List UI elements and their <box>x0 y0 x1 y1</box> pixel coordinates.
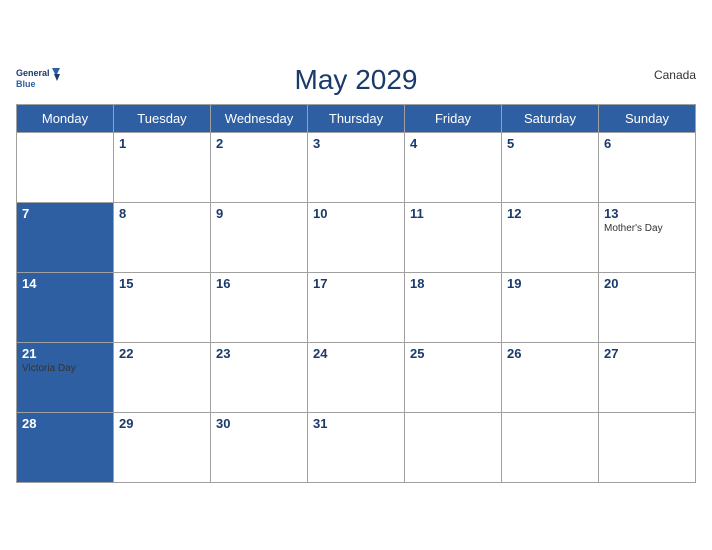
header-sunday: Sunday <box>599 104 696 132</box>
calendar-cell: 11 <box>405 202 502 272</box>
calendar-cell: 31 <box>308 412 405 482</box>
day-number: 4 <box>410 136 496 151</box>
calendar-cell: 27 <box>599 342 696 412</box>
day-number: 8 <box>119 206 205 221</box>
calendar-cell <box>502 412 599 482</box>
calendar-cell: 17 <box>308 272 405 342</box>
week-row-4: 21 Victoria Day 22 23 24 25 26 27 <box>17 342 696 412</box>
weekday-header-row: Monday Tuesday Wednesday Thursday Friday… <box>17 104 696 132</box>
calendar-cell: 10 <box>308 202 405 272</box>
header-thursday: Thursday <box>308 104 405 132</box>
day-number: 27 <box>604 346 690 361</box>
day-number: 6 <box>604 136 690 151</box>
calendar-cell: 13 Mother's Day <box>599 202 696 272</box>
calendar-cell <box>405 412 502 482</box>
calendar-cell: 24 <box>308 342 405 412</box>
header-wednesday: Wednesday <box>211 104 308 132</box>
header-monday: Monday <box>17 104 114 132</box>
calendar-container: General Blue May 2029 Canada Monday Tues… <box>0 52 712 499</box>
calendar-cell: 16 <box>211 272 308 342</box>
calendar-cell: 26 <box>502 342 599 412</box>
day-number: 19 <box>507 276 593 291</box>
calendar-cell: 29 <box>114 412 211 482</box>
general-blue-logo: General Blue <box>16 64 60 92</box>
day-number: 21 <box>22 346 108 361</box>
calendar-cell: 8 <box>114 202 211 272</box>
day-number: 5 <box>507 136 593 151</box>
day-number: 13 <box>604 206 690 221</box>
day-number: 3 <box>313 136 399 151</box>
calendar-cell: 6 <box>599 132 696 202</box>
calendar-cell: 1 <box>114 132 211 202</box>
week-row-1: 123456 <box>17 132 696 202</box>
calendar-cell: 4 <box>405 132 502 202</box>
calendar-cell: 7 <box>17 202 114 272</box>
calendar-cell: 21 Victoria Day <box>17 342 114 412</box>
day-number: 30 <box>216 416 302 431</box>
day-number: 23 <box>216 346 302 361</box>
day-number: 29 <box>119 416 205 431</box>
day-number: 25 <box>410 346 496 361</box>
day-number: 2 <box>216 136 302 151</box>
calendar-cell: 15 <box>114 272 211 342</box>
event-label: Victoria Day <box>22 363 108 374</box>
calendar-cell: 5 <box>502 132 599 202</box>
day-number: 22 <box>119 346 205 361</box>
day-number: 12 <box>507 206 593 221</box>
day-number: 14 <box>22 276 108 291</box>
calendar-cell: 9 <box>211 202 308 272</box>
calendar-cell: 12 <box>502 202 599 272</box>
event-label: Mother's Day <box>604 223 690 234</box>
calendar-cell: 20 <box>599 272 696 342</box>
month-title: May 2029 <box>295 64 418 96</box>
day-number: 20 <box>604 276 690 291</box>
header-tuesday: Tuesday <box>114 104 211 132</box>
week-row-2: 789 10 11 12 13 Mother's Day <box>17 202 696 272</box>
logo-area: General Blue <box>16 64 60 92</box>
day-number: 10 <box>313 206 399 221</box>
day-number: 7 <box>22 206 108 221</box>
calendar-cell: 19 <box>502 272 599 342</box>
calendar-header: General Blue May 2029 Canada <box>16 64 696 96</box>
day-number: 1 <box>119 136 205 151</box>
day-number: 11 <box>410 206 496 221</box>
header-saturday: Saturday <box>502 104 599 132</box>
calendar-cell: 30 <box>211 412 308 482</box>
country-label: Canada <box>654 68 696 82</box>
calendar-cell: 25 <box>405 342 502 412</box>
calendar-cell: 28 <box>17 412 114 482</box>
calendar-cell: 2 <box>211 132 308 202</box>
calendar-table: Monday Tuesday Wednesday Thursday Friday… <box>16 104 696 483</box>
calendar-cell <box>599 412 696 482</box>
day-number: 15 <box>119 276 205 291</box>
day-number: 17 <box>313 276 399 291</box>
day-number: 24 <box>313 346 399 361</box>
day-number: 16 <box>216 276 302 291</box>
calendar-cell <box>17 132 114 202</box>
day-number: 18 <box>410 276 496 291</box>
calendar-cell: 14 <box>17 272 114 342</box>
svg-text:General: General <box>16 68 50 78</box>
calendar-cell: 3 <box>308 132 405 202</box>
calendar-body: 12345678910111213Mother's Day14151617181… <box>17 132 696 482</box>
calendar-cell: 18 <box>405 272 502 342</box>
calendar-cell: 22 <box>114 342 211 412</box>
calendar-cell: 23 <box>211 342 308 412</box>
day-number: 26 <box>507 346 593 361</box>
day-number: 28 <box>22 416 108 431</box>
header-friday: Friday <box>405 104 502 132</box>
day-number: 31 <box>313 416 399 431</box>
svg-text:Blue: Blue <box>16 79 36 89</box>
week-row-3: 14 15 16 17 18 19 20 <box>17 272 696 342</box>
week-row-5: 28 29 30 31 <box>17 412 696 482</box>
day-number: 9 <box>216 206 302 221</box>
